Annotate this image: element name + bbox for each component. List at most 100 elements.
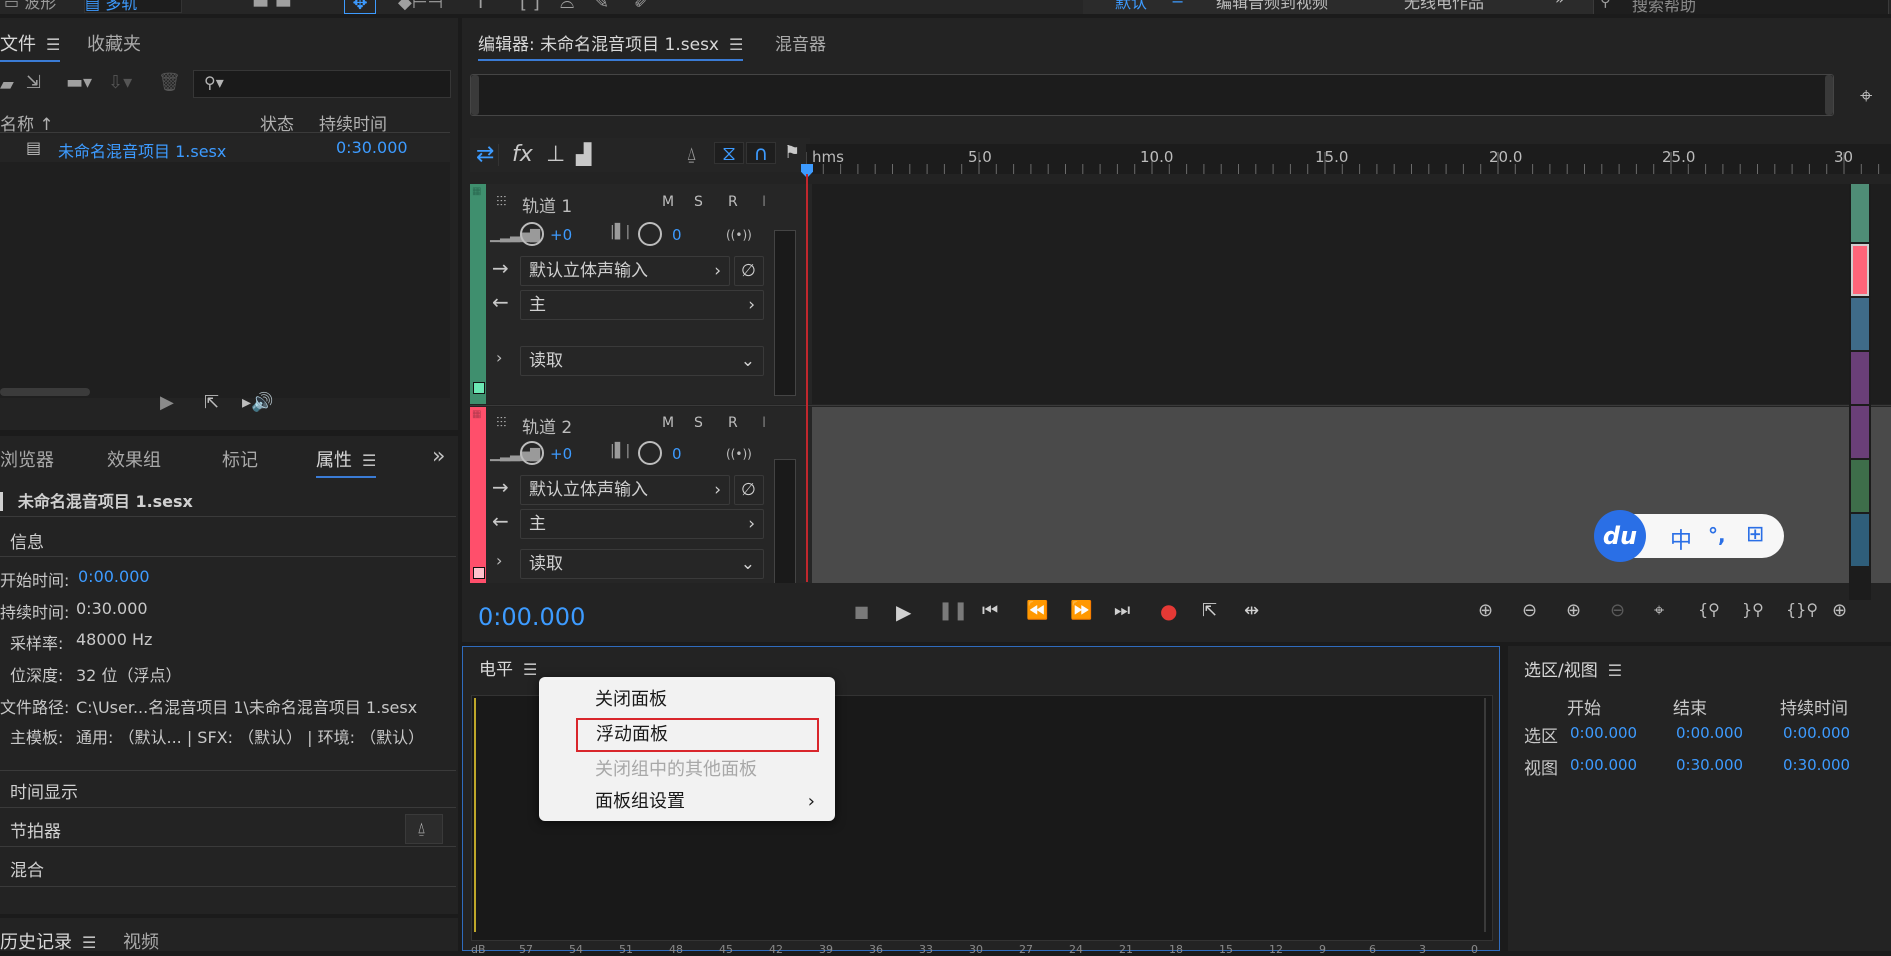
tab-properties[interactable]: 属性 ☰	[316, 446, 377, 478]
zoom-overview-icon[interactable]: ⌖	[1860, 86, 1872, 108]
zoom-in-time-icon[interactable]: ⊕	[1566, 602, 1581, 620]
volume-value[interactable]: +0	[550, 445, 572, 463]
section-info-header[interactable]: 信息	[10, 528, 44, 553]
zoom-in-amplitude-icon[interactable]: ⊕	[1478, 602, 1493, 620]
menu-icon[interactable]: ☰	[1608, 661, 1622, 680]
tab-files[interactable]: 文件 ☰	[0, 30, 61, 62]
automation-mode-select[interactable]: 读取 ⌄	[520, 346, 764, 376]
start-time-value[interactable]: 0:00.000	[78, 567, 150, 586]
section-time-display[interactable]: 时间显示	[10, 778, 78, 803]
menu-icon[interactable]: ☰	[362, 451, 376, 470]
menu-item-float-panel[interactable]: 浮动面板	[576, 718, 819, 752]
menu-icon[interactable]: ☰	[523, 660, 537, 679]
workspace-radio-tab[interactable]: 无线电作品	[1404, 0, 1484, 13]
metronome-toggle[interactable]: ⍙	[405, 814, 443, 844]
tab-effects[interactable]: 效果组	[107, 446, 161, 472]
insert-to-multitrack-icon[interactable]: ⇩▾	[108, 74, 132, 92]
pan-knob[interactable]	[638, 441, 662, 465]
input-monitor-button[interactable]: I	[762, 194, 766, 210]
current-time-display[interactable]: 0:00.000	[478, 603, 585, 631]
import-file-icon[interactable]: ⇲	[26, 74, 41, 92]
razor-tool-icon[interactable]: ◆⊢⊣	[398, 0, 443, 12]
tab-history[interactable]: 历史记录 ☰	[0, 928, 96, 954]
output-select[interactable]: 主 ›	[520, 509, 764, 539]
list-item[interactable]: ▤ 未命名混音项目 1.sesx 0:30.000	[0, 136, 450, 162]
pan-value[interactable]: 0	[672, 226, 682, 244]
zoom-selection-right-icon[interactable]: }⚲	[1742, 602, 1764, 618]
volume-value[interactable]: +0	[550, 226, 572, 244]
zoom-out-time-icon[interactable]: ⊖	[1610, 602, 1625, 620]
ime-toolbar[interactable]: du 中 °, ⊞	[1594, 510, 1784, 562]
view-end-value[interactable]: 0:30.000	[1676, 756, 1743, 774]
pan-knob[interactable]	[638, 222, 662, 246]
overview-handle-left[interactable]	[471, 75, 479, 115]
zoom-all-selection-icon[interactable]: {}⚲	[1786, 602, 1818, 618]
lasso-tool-icon[interactable]: ⌓	[560, 0, 574, 12]
help-search-box[interactable]: ⚲ 搜索帮助	[1593, 0, 1889, 14]
menu-item-close-others[interactable]: 关闭组中的其他面板	[539, 753, 835, 787]
move-tool-icon[interactable]: ✥	[344, 0, 376, 14]
zoom-selection-icon[interactable]: {⚲	[1698, 602, 1720, 618]
mode-waveform-button[interactable]: ▭ 波形	[4, 0, 56, 13]
menu-item-close-panel[interactable]: 关闭面板	[539, 683, 835, 717]
input-monitor-button[interactable]: I	[762, 415, 766, 431]
menu-item-group-settings[interactable]: 面板组设置 ›	[539, 785, 835, 819]
toolbar-view-icon[interactable]: ▬ ▬	[252, 0, 292, 12]
tab-editor[interactable]: 编辑器: 未命名混音项目 1.sesx ☰	[478, 30, 744, 61]
track-name[interactable]: 轨道 1	[522, 192, 572, 217]
collapse-icon[interactable]: ▎	[0, 492, 18, 511]
zoom-out-amplitude-icon[interactable]: ⊖	[1522, 602, 1537, 620]
marquee-tool-icon[interactable]: [ ]	[520, 0, 540, 12]
track-clip-area[interactable]	[812, 184, 1891, 404]
tab-mixer[interactable]: 混音器	[775, 30, 826, 55]
view-start-value[interactable]: 0:00.000	[1570, 756, 1637, 774]
mute-button[interactable]: M	[662, 415, 674, 431]
metronome-icon[interactable]: ⍙	[686, 146, 697, 164]
record-arm-button[interactable]: R	[728, 194, 738, 210]
healing-tool-icon[interactable]: ✐	[634, 0, 649, 12]
input-select[interactable]: 默认立体声输入 ›	[520, 475, 730, 505]
sends-icon[interactable]: ⊥	[546, 144, 565, 166]
skip-to-start-icon[interactable]: ⏮	[982, 602, 998, 620]
menu-icon[interactable]: ☰	[729, 35, 743, 54]
inputs-outputs-icon[interactable]: ⇄	[476, 144, 500, 166]
pan-value[interactable]: 0	[672, 445, 682, 463]
search-input[interactable]: 搜索帮助	[1632, 0, 1696, 14]
track-name[interactable]: 轨道 2	[522, 413, 572, 438]
open-file-icon[interactable]: ▰	[0, 76, 14, 94]
time-select-tool-icon[interactable]: I	[478, 0, 483, 12]
mute-button[interactable]: M	[662, 194, 674, 210]
ime-language-button[interactable]: 中	[1670, 523, 1692, 555]
selection-end-value[interactable]: 0:00.000	[1676, 724, 1743, 742]
zoom-out-full-icon[interactable]: ⌖	[1654, 602, 1664, 620]
snap-icon[interactable]: ⧖	[714, 142, 744, 164]
overview-handle-right[interactable]	[1825, 75, 1833, 115]
phase-invert-button[interactable]: ∅	[734, 256, 764, 286]
skip-selection-icon[interactable]: ⇹	[1244, 602, 1259, 620]
record-arm-button[interactable]: R	[728, 415, 738, 431]
volume-knob[interactable]	[520, 441, 544, 465]
track-select-checkbox[interactable]	[473, 567, 485, 579]
ime-logo[interactable]: du	[1594, 510, 1646, 562]
tab-favorites[interactable]: 收藏夹	[87, 30, 141, 56]
output-select[interactable]: 主 ›	[520, 290, 764, 320]
play-icon[interactable]: ▶	[896, 602, 911, 622]
record-icon[interactable]: ●	[1160, 601, 1177, 621]
section-metronome[interactable]: 节拍器	[10, 817, 61, 842]
selection-duration-value[interactable]: 0:00.000	[1783, 724, 1850, 742]
fast-forward-icon[interactable]: ⏩	[1070, 602, 1092, 620]
stop-icon[interactable]: ■	[854, 604, 869, 620]
auto-play-icon[interactable]: ▸🔊	[242, 394, 273, 412]
input-select[interactable]: 默认立体声输入 ›	[520, 256, 730, 286]
view-duration-value[interactable]: 0:30.000	[1783, 756, 1850, 774]
horizontal-scrollbar[interactable]	[0, 388, 90, 396]
track-select-checkbox[interactable]	[473, 382, 485, 394]
track-overview-scrollbar[interactable]	[1849, 184, 1871, 600]
skip-to-end-icon[interactable]: ⏭	[1114, 602, 1130, 620]
workspace-menu-icon[interactable]: ≡	[1171, 0, 1184, 8]
panel-overflow-icon[interactable]: »	[432, 444, 445, 469]
file-search-input[interactable]: ⚲▾	[193, 70, 451, 98]
rewind-icon[interactable]: ⏪	[1026, 602, 1048, 620]
effects-rack-icon[interactable]: fx	[512, 144, 533, 166]
play-icon[interactable]: ▶	[160, 394, 174, 412]
